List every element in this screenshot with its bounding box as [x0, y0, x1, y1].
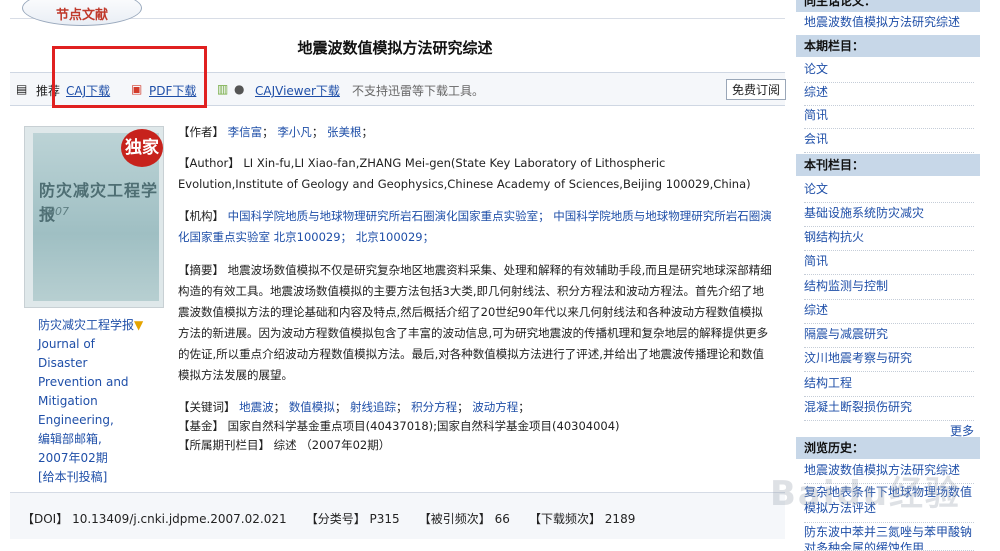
main-panel: 节点文献 地震波数值模拟方法研究综述 ▤ 推荐 CAJ下载 ▣ PDF下载 ▥ … [0, 0, 790, 550]
author-en-label: 【Author】 [178, 156, 240, 170]
cover-year: 2007 [41, 205, 69, 218]
sidebar-item-journal[interactable]: 混凝土断裂损伤研究 [804, 397, 974, 421]
abstract-label: 【摘要】 [178, 263, 224, 277]
org-label: 【机构】 [178, 209, 224, 223]
doi-value: 10.13409/j.cnki.jdpme.2007.02.021 [72, 512, 287, 526]
exclusive-badge: 独家 [121, 129, 163, 167]
history-header: 浏览历史： [796, 437, 980, 459]
downloads-value: 2189 [604, 512, 636, 526]
same-topic-header: 同主话论文： [796, 0, 980, 12]
medal-icon: ▼ [134, 318, 144, 332]
sidebar-item-journal[interactable]: 隔震与减震研究 [804, 324, 974, 348]
author-en-text: LI Xin-fu,LI Xiao-fan,ZHANG Mei-gen(Stat… [178, 156, 751, 191]
sidebar-item-journal[interactable]: 钢结构抗火 [804, 227, 974, 251]
sidebar-item-journal[interactable]: 汶川地震考察与研究 [804, 348, 974, 372]
article-content: 防灾减灾工程学报 2007 独家 防灾减灾工程学报▼ Journal of Di… [10, 118, 785, 488]
section-tag-label: 节点文献 [55, 8, 108, 23]
journal-issue-link[interactable]: 2007年02期 [38, 449, 148, 468]
journal-email-link[interactable]: 编辑部邮箱, [38, 430, 148, 449]
abstract-row: 【摘要】 地震波场数值模拟不仅是研究复杂地区地震资料采集、处理和解释的有效辅助手… [178, 260, 773, 386]
sidebar-item-journal[interactable]: 论文 [804, 179, 974, 203]
subscribe-button[interactable]: 免费订阅 [726, 79, 787, 100]
sidebar-item-issue[interactable]: 简讯 [804, 105, 974, 129]
sidebar-item-history[interactable]: 防东波中苯并三氮唑与苯甲酸钠对多种金属的缓蚀作用 [804, 524, 974, 551]
apple-icon: ● [234, 82, 245, 96]
downloads-label: 【下载频次】 [528, 512, 601, 526]
keywords-label: 【关键词】 [178, 400, 236, 414]
sidebar-item-issue[interactable]: 会讯 [804, 129, 974, 153]
journal-columns-header: 本刊栏目： [796, 154, 980, 176]
android-icon: ▥ [217, 82, 229, 96]
author-link[interactable]: 张美根 [327, 125, 362, 139]
keyword-link[interactable]: 地震波 [239, 400, 274, 414]
org-row: 【机构】 中国科学院地质与地球物理研究所岩石圈演化国家重点实验室； 中国科学院地… [178, 206, 773, 248]
sidebar-item-same-topic[interactable]: 地震波数值模拟方法研究综述 [804, 12, 974, 36]
author-en-row: 【Author】 LI Xin-fu,LI Xiao-fan,ZHANG Mei… [178, 153, 773, 195]
abstract-text: 地震波场数值模拟不仅是研究复杂地区地震资料采集、处理和解释的有效辅助手段,而且是… [178, 263, 772, 382]
journal-name-en[interactable]: Journal of Disaster Prevention and Mitig… [38, 335, 148, 430]
column-row: 【所属期刊栏目】 综述 （2007年02期） [178, 435, 773, 456]
cited-label: 【被引频次】 [418, 512, 491, 526]
org-link[interactable]: 中国科学院地质与地球物理研究所岩石圈演化国家重点实验室； 中国科学院地质与地球物… [178, 209, 772, 244]
sidebar-item-journal[interactable]: 基础设施系统防灾减灾 [804, 203, 974, 227]
journal-cover[interactable]: 防灾减灾工程学报 2007 独家 [24, 126, 164, 308]
journal-name-link[interactable]: 防灾减灾工程学报 [38, 318, 134, 332]
class-label: 【分类号】 [305, 512, 366, 526]
keyword-link[interactable]: 射线追踪 [350, 400, 396, 414]
cited-value: 66 [494, 512, 510, 526]
keywords-row: 【关键词】 地震波； 数值模拟； 射线追踪； 积分方程； 波动方程； [178, 400, 530, 414]
keyword-link[interactable]: 波动方程 [472, 400, 518, 414]
author-row: 【作者】 李信富； 李小凡； 张美根； [178, 125, 373, 139]
journal-info: 防灾减灾工程学报▼ Journal of Disaster Prevention… [38, 316, 148, 487]
section-tag: 节点文献 [22, 0, 142, 26]
doi-label: 【DOI】 [22, 512, 69, 526]
fund-text: 国家自然科学基金重点项目(40437018);国家自然科学基金项目(403040… [227, 419, 620, 433]
sidebar-item-issue[interactable]: 论文 [804, 59, 974, 83]
class-value: P315 [369, 512, 400, 526]
author-link[interactable]: 李小凡 [277, 125, 312, 139]
sidebar-item-journal[interactable]: 简讯 [804, 251, 974, 275]
recommend-icon: ▤ [16, 82, 28, 96]
fund-row: 【基金】 国家自然科学基金重点项目(40437018);国家自然科学基金项目(4… [178, 416, 773, 437]
keyword-link[interactable]: 积分方程 [411, 400, 457, 414]
keyword-link[interactable]: 数值模拟 [289, 400, 335, 414]
author-label: 【作者】 [178, 125, 224, 139]
issue-columns-header: 本期栏目： [796, 35, 980, 57]
baidu-watermark: Baidu经验 [770, 474, 962, 514]
column-label: 【所属期刊栏目】 [178, 438, 270, 452]
fund-label: 【基金】 [178, 419, 224, 433]
column-text: 综述 （2007年02期） [273, 438, 391, 452]
author-link[interactable]: 李信富 [228, 125, 263, 139]
sidebar-item-journal[interactable]: 综述 [804, 300, 974, 324]
submit-link[interactable]: [给本刊投稿] [38, 468, 148, 487]
cajviewer-download-link[interactable]: CAJViewer下载 [255, 82, 340, 99]
sidebar-item-journal[interactable]: 结构工程 [804, 373, 974, 397]
download-highlight-box [52, 46, 207, 108]
metadata-footer: 【DOI】 10.13409/j.cnki.jdpme.2007.02.021 … [10, 492, 785, 539]
sidebar-item-issue[interactable]: 综述 [804, 82, 974, 106]
sidebar-item-journal[interactable]: 结构监测与控制 [804, 276, 974, 300]
download-notice: 不支持迅雷等下载工具。 [352, 84, 485, 98]
